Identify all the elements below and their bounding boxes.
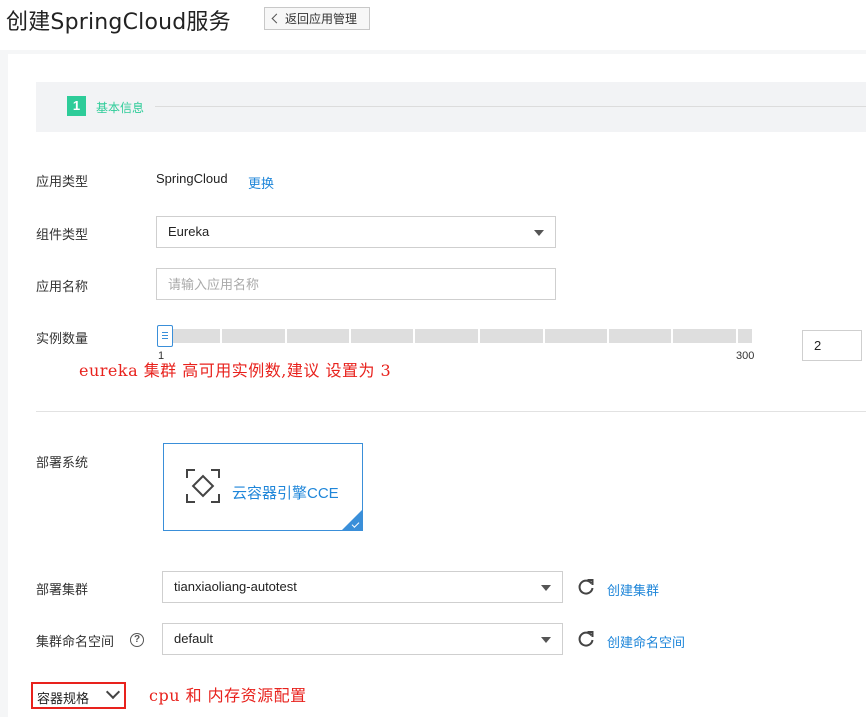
help-circle-icon[interactable]: ? <box>130 633 144 647</box>
step-header <box>36 82 866 132</box>
caret-down-icon <box>541 585 551 591</box>
back-to-app-management-button[interactable]: 返回应用管理 <box>264 7 370 30</box>
slider-tick <box>543 329 545 343</box>
cce-option-card[interactable]: 云容器引擎CCE <box>163 443 363 531</box>
app-name-input[interactable] <box>156 268 556 300</box>
caret-down-icon <box>534 230 544 236</box>
chevron-down-icon <box>105 684 121 700</box>
spec-annotation: cpu 和 内存资源配置 <box>149 686 307 705</box>
namespace-label: 集群命名空间 <box>36 634 115 649</box>
deploy-system-label: 部署系统 <box>36 455 89 470</box>
container-spec-toggle[interactable]: 容器规格 <box>31 682 126 709</box>
instance-count-slider[interactable] <box>160 329 752 343</box>
slider-handle[interactable] <box>157 325 173 347</box>
grip-icon <box>162 332 168 333</box>
deploy-cluster-value: tianxiaoliang-autotest <box>174 579 297 594</box>
slider-tick <box>285 329 287 343</box>
namespace-value: default <box>174 631 214 646</box>
create-cluster-link[interactable]: 创建集群 <box>607 580 659 599</box>
container-spec-label: 容器规格 <box>37 691 90 706</box>
selected-corner <box>342 510 362 530</box>
slider-tick <box>349 329 351 343</box>
refresh-icon[interactable] <box>577 578 595 596</box>
section-divider <box>36 411 866 412</box>
slider-tick <box>671 329 673 343</box>
page-title: 创建SpringCloud服务 <box>6 10 231 35</box>
instance-count-input[interactable] <box>802 330 862 361</box>
step-label: 基本信息 <box>96 101 145 115</box>
slider-tick <box>220 329 222 343</box>
chevron-left-icon <box>271 13 282 24</box>
slider-tick <box>607 329 609 343</box>
component-type-select[interactable]: Eureka <box>156 216 556 248</box>
instance-count-label: 实例数量 <box>36 331 89 346</box>
slider-tick <box>413 329 415 343</box>
step-divider <box>155 106 866 107</box>
step-number-badge: 1 <box>67 96 86 116</box>
back-button-label: 返回应用管理 <box>285 12 358 26</box>
namespace-select[interactable]: default <box>162 623 563 655</box>
create-namespace-link[interactable]: 创建命名空间 <box>607 632 685 651</box>
refresh-icon[interactable] <box>577 630 595 648</box>
slider-tick <box>736 329 738 343</box>
caret-down-icon <box>541 637 551 643</box>
change-app-type-link[interactable]: 更换 <box>248 173 274 192</box>
component-type-label: 组件类型 <box>36 227 89 242</box>
app-name-label: 应用名称 <box>36 279 89 294</box>
cce-option-label: 云容器引擎CCE <box>232 485 339 502</box>
deploy-cluster-select[interactable]: tianxiaoliang-autotest <box>162 571 563 603</box>
slider-tick <box>478 329 480 343</box>
header-bar: 创建SpringCloud服务 返回应用管理 <box>0 0 866 50</box>
container-engine-icon <box>186 469 220 503</box>
component-type-value: Eureka <box>168 224 210 239</box>
slider-max-label: 300 <box>736 350 755 362</box>
form-panel <box>8 54 866 717</box>
deploy-cluster-label: 部署集群 <box>36 582 89 597</box>
instances-annotation: eureka 集群 高可用实例数,建议 设置为 3 <box>79 361 392 380</box>
app-type-label: 应用类型 <box>36 174 89 189</box>
app-type-value: SpringCloud <box>156 171 228 186</box>
